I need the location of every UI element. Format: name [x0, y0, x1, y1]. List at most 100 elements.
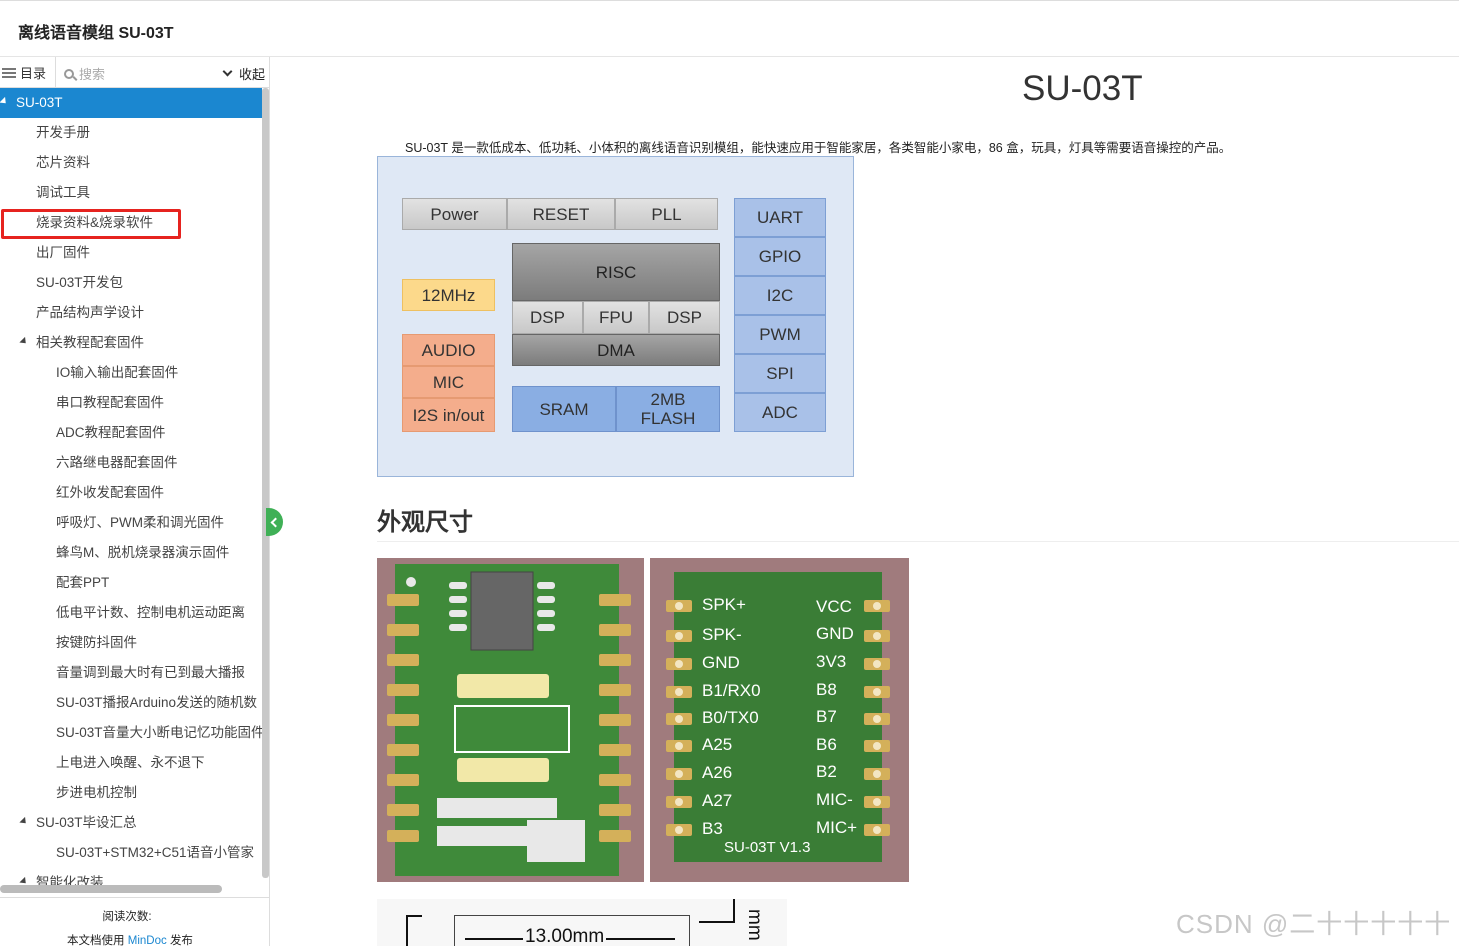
uart-block: UART	[734, 198, 826, 237]
dsp-block-2: DSP	[649, 301, 720, 334]
toc-item[interactable]: 开发手册	[0, 118, 262, 148]
toc-item-label: 调试工具	[36, 185, 90, 200]
gpio-block: GPIO	[734, 237, 826, 276]
solder-pad	[666, 600, 692, 612]
toc-item[interactable]: 产品结构声学设计	[0, 298, 262, 328]
module-pinout-image: SPK+ SPK- GND B1/RX0 B0/TX0 A25 A26 A27 …	[650, 558, 909, 882]
vertical-scrollbar[interactable]	[262, 88, 269, 878]
clock-block: 12MHz	[402, 279, 495, 311]
highlight-annotation-box	[1, 209, 181, 239]
solder-pad	[864, 658, 890, 670]
toc-item[interactable]: 低电平计数、控制电机运动距离	[0, 598, 262, 628]
toc-item[interactable]: 红外收发配套固件	[0, 478, 262, 508]
page-title: SU-03T	[1022, 69, 1143, 108]
solder-pad	[864, 824, 890, 836]
toc-item-label: 串口教程配套固件	[56, 395, 164, 410]
solder-pad	[666, 713, 692, 725]
dma-block: DMA	[512, 334, 720, 366]
spi-block: SPI	[734, 354, 826, 393]
sidebar-header: 目录 搜索 收起	[0, 57, 269, 88]
toc-item[interactable]: SU-03T+STM32+C51语音小管家	[0, 838, 262, 868]
toc-item[interactable]: IO输入输出配套固件	[0, 358, 262, 388]
toc-item-label: SU-03T开发包	[36, 275, 124, 290]
solder-pad	[864, 796, 890, 808]
toc-item[interactable]: 智能化改装	[0, 868, 262, 898]
toc-item-label: 步进电机控制	[56, 785, 137, 800]
toc-item-label: 芯片资料	[36, 155, 90, 170]
module-front-image	[377, 558, 644, 882]
top-bar: 离线语音模组 SU-03T	[0, 0, 1459, 57]
toc-item-label: 音量调到最大时有已到最大播报	[56, 665, 245, 680]
flash-block: 2MB FLASH	[616, 386, 720, 432]
expand-triangle-icon[interactable]	[19, 816, 29, 827]
collapse-button[interactable]: 收起	[222, 64, 265, 83]
toc-item-label: 配套PPT	[56, 575, 110, 590]
toc-item[interactable]: 上电进入唤醒、永不退下	[0, 748, 262, 778]
toc-item-label: 开发手册	[36, 125, 90, 140]
pin-right-3: 3V3	[816, 652, 847, 671]
toc-item[interactable]: 六路继电器配套固件	[0, 448, 262, 478]
pin-left-8: A27	[702, 791, 733, 810]
toc-item-label: 产品结构声学设计	[36, 305, 144, 320]
solder-pad	[864, 768, 890, 780]
toc-item[interactable]: 调试工具	[0, 178, 262, 208]
pin-right-6: B6	[816, 735, 837, 754]
pin-right-5: B7	[816, 707, 837, 726]
toc-item-label: 低电平计数、控制电机运动距离	[56, 605, 245, 620]
board-version: SU-03T V1.3	[724, 839, 811, 856]
toc-item-label: 六路继电器配套固件	[56, 455, 178, 470]
pcb-front-illustration	[377, 558, 644, 882]
pin-left-2: SPK-	[702, 625, 742, 644]
toc-item[interactable]: 芯片资料	[0, 148, 262, 178]
toc-item[interactable]: SU-03T音量大小断电记忆功能固件	[0, 718, 262, 748]
power-block: Power	[402, 198, 507, 230]
solder-pad	[666, 658, 692, 670]
toc-item[interactable]: 相关教程配套固件	[0, 328, 262, 358]
toc-item-label: SU-03T	[16, 95, 63, 110]
dimension-height-unit: mm	[744, 909, 765, 941]
toc-item[interactable]: 呼吸灯、PWM柔和调光固件	[0, 508, 262, 538]
toc-item[interactable]: 配套PPT	[0, 568, 262, 598]
toc-item-label: 智能化改装	[36, 875, 104, 890]
toc-item[interactable]: 步进电机控制	[0, 778, 262, 808]
solder-pad	[864, 686, 890, 698]
toc-item-label: ADC教程配套固件	[56, 425, 166, 440]
pin-left-3: GND	[702, 653, 740, 672]
collapse-label: 收起	[238, 67, 265, 82]
intro-paragraph: SU-03T 是一款低成本、低功耗、小体积的离线语音识别模组，能快速应用于智能家…	[405, 141, 1232, 155]
toc-item[interactable]: SU-03T播报Arduino发送的随机数	[0, 688, 262, 718]
adc-block: ADC	[734, 393, 826, 432]
search-tab[interactable]: 搜索	[64, 64, 105, 83]
toc-item[interactable]: SU-03T	[0, 88, 262, 118]
sram-block: SRAM	[512, 386, 616, 432]
dimension-width-label: 13.00mm	[523, 926, 607, 946]
toc-item[interactable]: 蜂鸟M、脱机烧录器演示固件	[0, 538, 262, 568]
powered-suffix: 发布	[169, 935, 193, 946]
toc-item[interactable]: SU-03T毕设汇总	[0, 808, 262, 838]
horizontal-scrollbar[interactable]	[0, 885, 222, 893]
mindoc-link[interactable]: MinDoc	[128, 935, 167, 946]
toc-item[interactable]: 按键防抖固件	[0, 628, 262, 658]
toc-item-label: 蜂鸟M、脱机烧录器演示固件	[56, 545, 230, 560]
toc-item[interactable]: SU-03T开发包	[0, 268, 262, 298]
risc-block: RISC	[512, 243, 720, 301]
expand-triangle-icon[interactable]	[19, 336, 29, 347]
expand-triangle-icon[interactable]	[0, 96, 9, 107]
pin-right-1: VCC	[816, 597, 852, 616]
dsp-block-1: DSP	[512, 301, 583, 334]
toc-tab[interactable]: 目录	[0, 57, 56, 88]
reset-block: RESET	[507, 198, 615, 230]
block-diagram: Power RESET PLL 12MHz RISC DSP FPU DSP D…	[377, 156, 854, 477]
toc-item[interactable]: 串口教程配套固件	[0, 388, 262, 418]
toc-item[interactable]: 音量调到最大时有已到最大播报	[0, 658, 262, 688]
fpu-block: FPU	[583, 301, 649, 334]
pin-right-7: B2	[816, 762, 837, 781]
toc-item-label: SU-03T+STM32+C51语音小管家	[56, 845, 255, 860]
toc-item-label: SU-03T毕设汇总	[36, 815, 137, 830]
toc-item[interactable]: ADC教程配套固件	[0, 418, 262, 448]
toc-item-label: 红外收发配套固件	[56, 485, 164, 500]
sidebar-footer: 阅读次数: 本文档使用 MinDoc 发布	[0, 897, 269, 946]
toc-item[interactable]: 出厂固件	[0, 238, 262, 268]
solder-pad	[666, 630, 692, 642]
mic-block: MIC	[402, 366, 495, 398]
